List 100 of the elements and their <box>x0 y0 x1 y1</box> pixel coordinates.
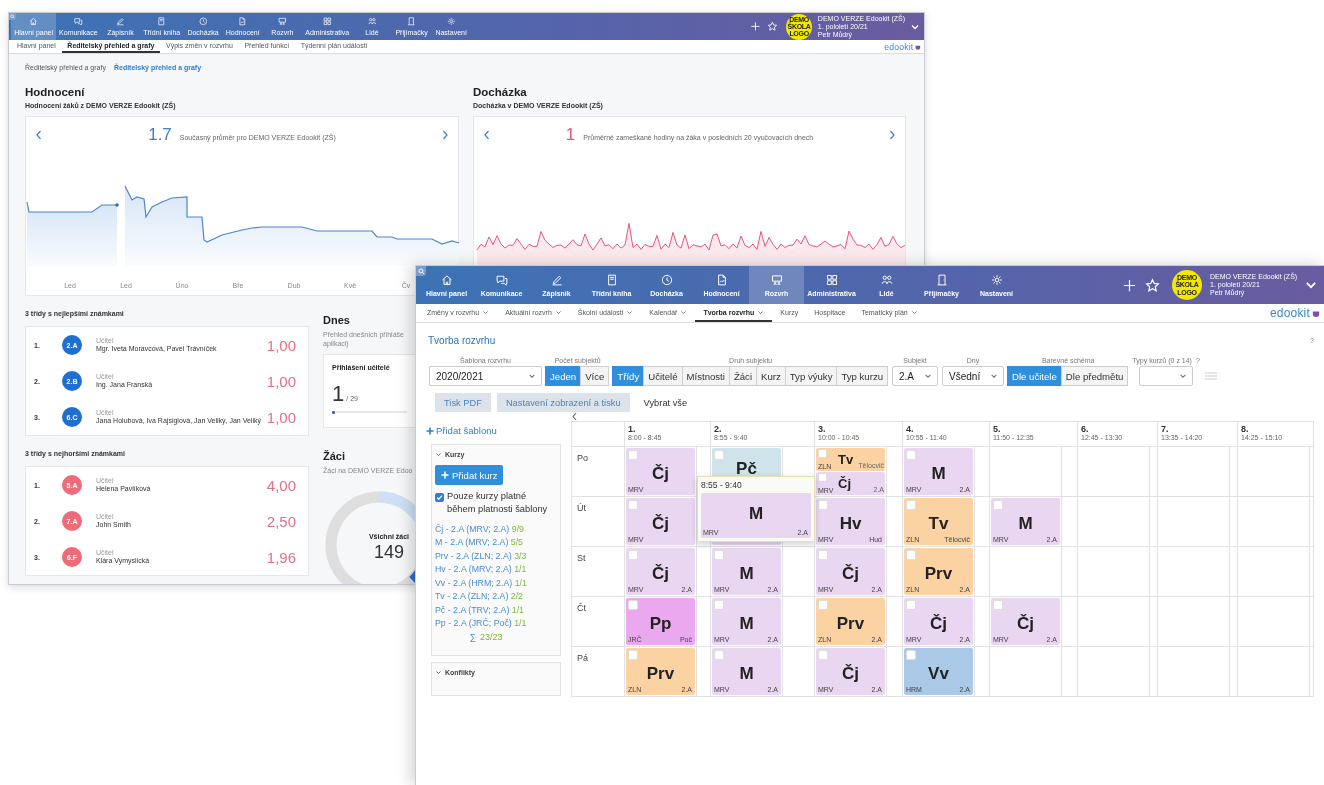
lesson-checkbox[interactable] <box>906 550 916 560</box>
subject-code: Čj <box>930 614 947 632</box>
chevron-down-icon <box>528 372 536 380</box>
lesson-checkbox[interactable] <box>818 449 827 458</box>
select-field[interactable]: Všední <box>942 366 1005 386</box>
settings-icon <box>990 273 1003 286</box>
search-button[interactable] <box>9 13 17 21</box>
lesson-checkbox[interactable] <box>818 550 828 560</box>
period-number: 4. <box>906 424 915 434</box>
course-link[interactable]: M - 2.A (MRV; 2.A) <box>435 537 509 548</box>
lesson-checkbox[interactable] <box>906 450 916 460</box>
toggle-option[interactable]: Více <box>580 366 610 386</box>
lesson-checkbox[interactable] <box>628 600 638 610</box>
subject-code: M <box>931 464 946 482</box>
select-field[interactable]: 2.A <box>892 366 939 386</box>
lesson-checkbox[interactable] <box>818 473 827 482</box>
period-number: 2. <box>714 424 723 434</box>
lesson-checkbox[interactable] <box>906 600 916 610</box>
lesson-checkbox[interactable] <box>714 450 724 460</box>
toggle-option[interactable]: Typ kurzu <box>836 366 889 386</box>
course-link[interactable]: Hv - 2.A (MRV; 2.A) <box>435 564 512 575</box>
lesson-checkbox[interactable] <box>993 500 1003 510</box>
search-icon <box>417 267 425 275</box>
table-cell <box>1238 547 1310 597</box>
plus-icon[interactable] <box>1122 277 1137 293</box>
checkbox[interactable] <box>435 493 444 502</box>
select-field[interactable] <box>1139 366 1194 386</box>
home-icon <box>440 273 453 286</box>
period-number: 6. <box>1081 424 1090 434</box>
course-link[interactable]: Pč - 2.A (TRV; 2.A) <box>435 604 510 615</box>
add-template-link[interactable]: Přidat šablonu <box>426 425 497 436</box>
chevron-left-icon[interactable] <box>482 128 492 141</box>
lesson-checkbox[interactable] <box>628 650 638 660</box>
subject-code: Tv <box>838 452 854 467</box>
subject-code: Hv <box>839 514 862 532</box>
subject-code: M <box>739 614 754 632</box>
course-link[interactable]: Čj - 2.A (MRV; 2.A) <box>435 523 510 534</box>
lesson-checkbox[interactable] <box>714 650 724 660</box>
grade-average: 1,96 <box>266 548 296 566</box>
lesson-checkbox[interactable] <box>993 600 1003 610</box>
toggle-option[interactable]: Učitelé <box>643 366 683 386</box>
toggle-option[interactable]: Místnosti <box>681 366 730 386</box>
subject-code: Prv <box>924 564 953 582</box>
board-icon <box>770 273 783 286</box>
course-link[interactable]: Tv - 2.A (ZLN; 2.A) <box>435 591 509 602</box>
subject-code: M <box>739 564 754 582</box>
lesson-checkbox[interactable] <box>628 550 638 560</box>
day-label: Út <box>572 497 625 547</box>
table-cell <box>1062 647 1078 697</box>
toggle-option[interactable]: Dle předmětu <box>1060 366 1129 386</box>
subject-code: M <box>748 504 764 522</box>
period-number: 8. <box>1241 424 1250 434</box>
chevron-right-icon[interactable] <box>887 128 897 141</box>
star-icon[interactable] <box>1145 277 1160 293</box>
grade-average: 1,00 <box>266 372 296 390</box>
course-count: 1/1 <box>514 618 527 629</box>
chevron-left-icon[interactable] <box>34 128 44 141</box>
lesson-checkbox[interactable] <box>906 500 916 510</box>
table-cell <box>1062 547 1078 597</box>
lesson-checkbox[interactable] <box>818 600 828 610</box>
chevron-right-icon[interactable] <box>440 128 450 141</box>
course-link[interactable]: Pp - 2.A (JRČ; Poč) <box>435 618 512 629</box>
search-button[interactable] <box>416 266 426 276</box>
lesson-checkbox[interactable] <box>628 500 638 510</box>
chevron-left-icon[interactable] <box>571 412 578 421</box>
star-icon[interactable] <box>766 21 778 33</box>
lesson-checkbox[interactable] <box>818 650 828 660</box>
lesson-checkbox[interactable] <box>906 650 916 660</box>
table-cell <box>1078 497 1150 547</box>
chevron-down-icon <box>1179 372 1188 380</box>
lesson-checkbox[interactable] <box>714 550 724 560</box>
subject-code: Čj <box>838 476 851 491</box>
course-count: 9/9 <box>511 523 524 534</box>
clock-icon <box>198 17 208 27</box>
course-link[interactable]: Vv - 2.A (HRM; 2.A) <box>435 577 513 588</box>
subject-code: Čj <box>842 564 859 582</box>
lesson-checkbox[interactable] <box>818 500 828 510</box>
drag-handle-icon[interactable] <box>1203 370 1218 382</box>
donut-value: 149 <box>373 542 404 564</box>
board-icon <box>278 17 287 27</box>
table-cell <box>1158 647 1230 697</box>
home-icon <box>29 17 38 27</box>
course-link[interactable]: Prv - 2.A (ZLN; 2.A) <box>435 550 512 561</box>
lesson-checkbox[interactable] <box>628 450 638 460</box>
toggle-option[interactable]: Kurz <box>756 366 786 386</box>
course-count: 1/1 <box>514 577 527 588</box>
subject-code: Tv <box>928 514 949 532</box>
toggle-option[interactable]: Typ výuky <box>784 366 838 386</box>
select-all-link[interactable]: Vybrat vše <box>635 397 696 408</box>
select-field[interactable]: 2020/2021 <box>429 366 542 386</box>
logo-icon <box>915 43 922 50</box>
plus-icon[interactable] <box>750 21 761 33</box>
table-cell <box>1078 547 1150 597</box>
chevron-down-icon <box>435 451 442 458</box>
table-cell <box>1158 597 1230 647</box>
subject-code: Prv <box>646 664 675 682</box>
table-cell <box>1158 547 1230 597</box>
table-cell <box>1078 647 1150 697</box>
lesson-checkbox[interactable] <box>714 600 724 610</box>
plus-icon <box>441 471 449 479</box>
